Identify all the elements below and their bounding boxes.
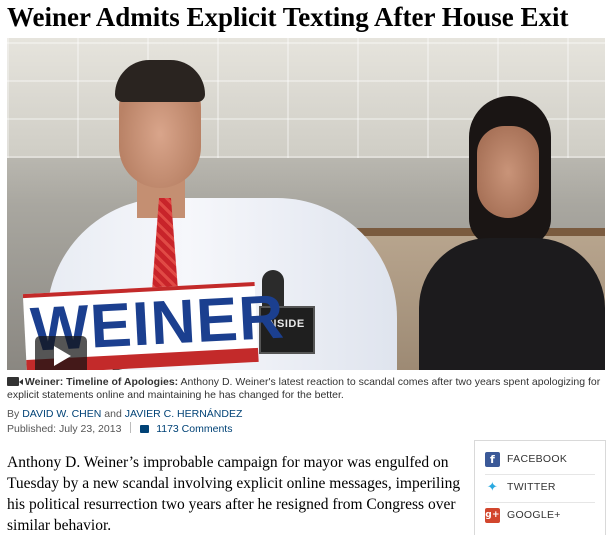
photo-man-hair [115, 60, 205, 102]
share-facebook-button[interactable]: f FACEBOOK [485, 451, 567, 467]
google-plus-icon: g+ [485, 507, 500, 523]
share-google-button[interactable]: g+ GOOGLE+ [485, 507, 561, 523]
video-camera-icon [7, 377, 23, 386]
caption-title[interactable]: Weiner: Timeline of Apologies: [25, 376, 178, 388]
hero-photo[interactable]: INSIDE WEINER [7, 38, 605, 370]
author-link-hernandez[interactable]: JAVIER C. HERNÁNDEZ [125, 408, 243, 420]
twitter-icon: ✦ [486, 479, 499, 495]
author-link-chen[interactable]: DAVID W. CHEN [22, 408, 101, 420]
published-date: Published: July 23, 2013 [7, 423, 122, 435]
share-facebook-label: FACEBOOK [507, 453, 568, 465]
share-tools: f FACEBOOK ✦ TWITTER g+ GOOGLE+ [474, 440, 606, 535]
byline: By DAVID W. CHEN and JAVIER C. HERNÁNDEZ [7, 408, 242, 420]
share-divider [485, 502, 595, 503]
play-icon [54, 346, 71, 366]
share-divider [485, 474, 595, 475]
facebook-icon: f [485, 451, 500, 467]
article-headline: Weiner Admits Explicit Texting After Hou… [7, 2, 569, 32]
article-meta: Published: July 23, 2013 1173 Comments [7, 422, 232, 435]
photo-woman-face [477, 126, 539, 218]
article-lead-paragraph: Anthony D. Weiner’s improbable campaign … [7, 454, 461, 534]
byline-prefix: By [7, 408, 20, 420]
photo-woman-body [419, 238, 605, 370]
share-twitter-label: TWITTER [507, 481, 556, 493]
photo-caption: Weiner: Timeline of Apologies: Anthony D… [7, 376, 605, 402]
comments-link[interactable]: 1173 Comments [156, 423, 232, 435]
video-play-button[interactable] [35, 336, 87, 370]
comment-icon [140, 425, 150, 433]
meta-divider [130, 422, 132, 433]
share-google-label: GOOGLE+ [507, 509, 561, 521]
byline-conjunction: and [104, 408, 122, 420]
share-twitter-button[interactable]: ✦ TWITTER [485, 479, 556, 495]
